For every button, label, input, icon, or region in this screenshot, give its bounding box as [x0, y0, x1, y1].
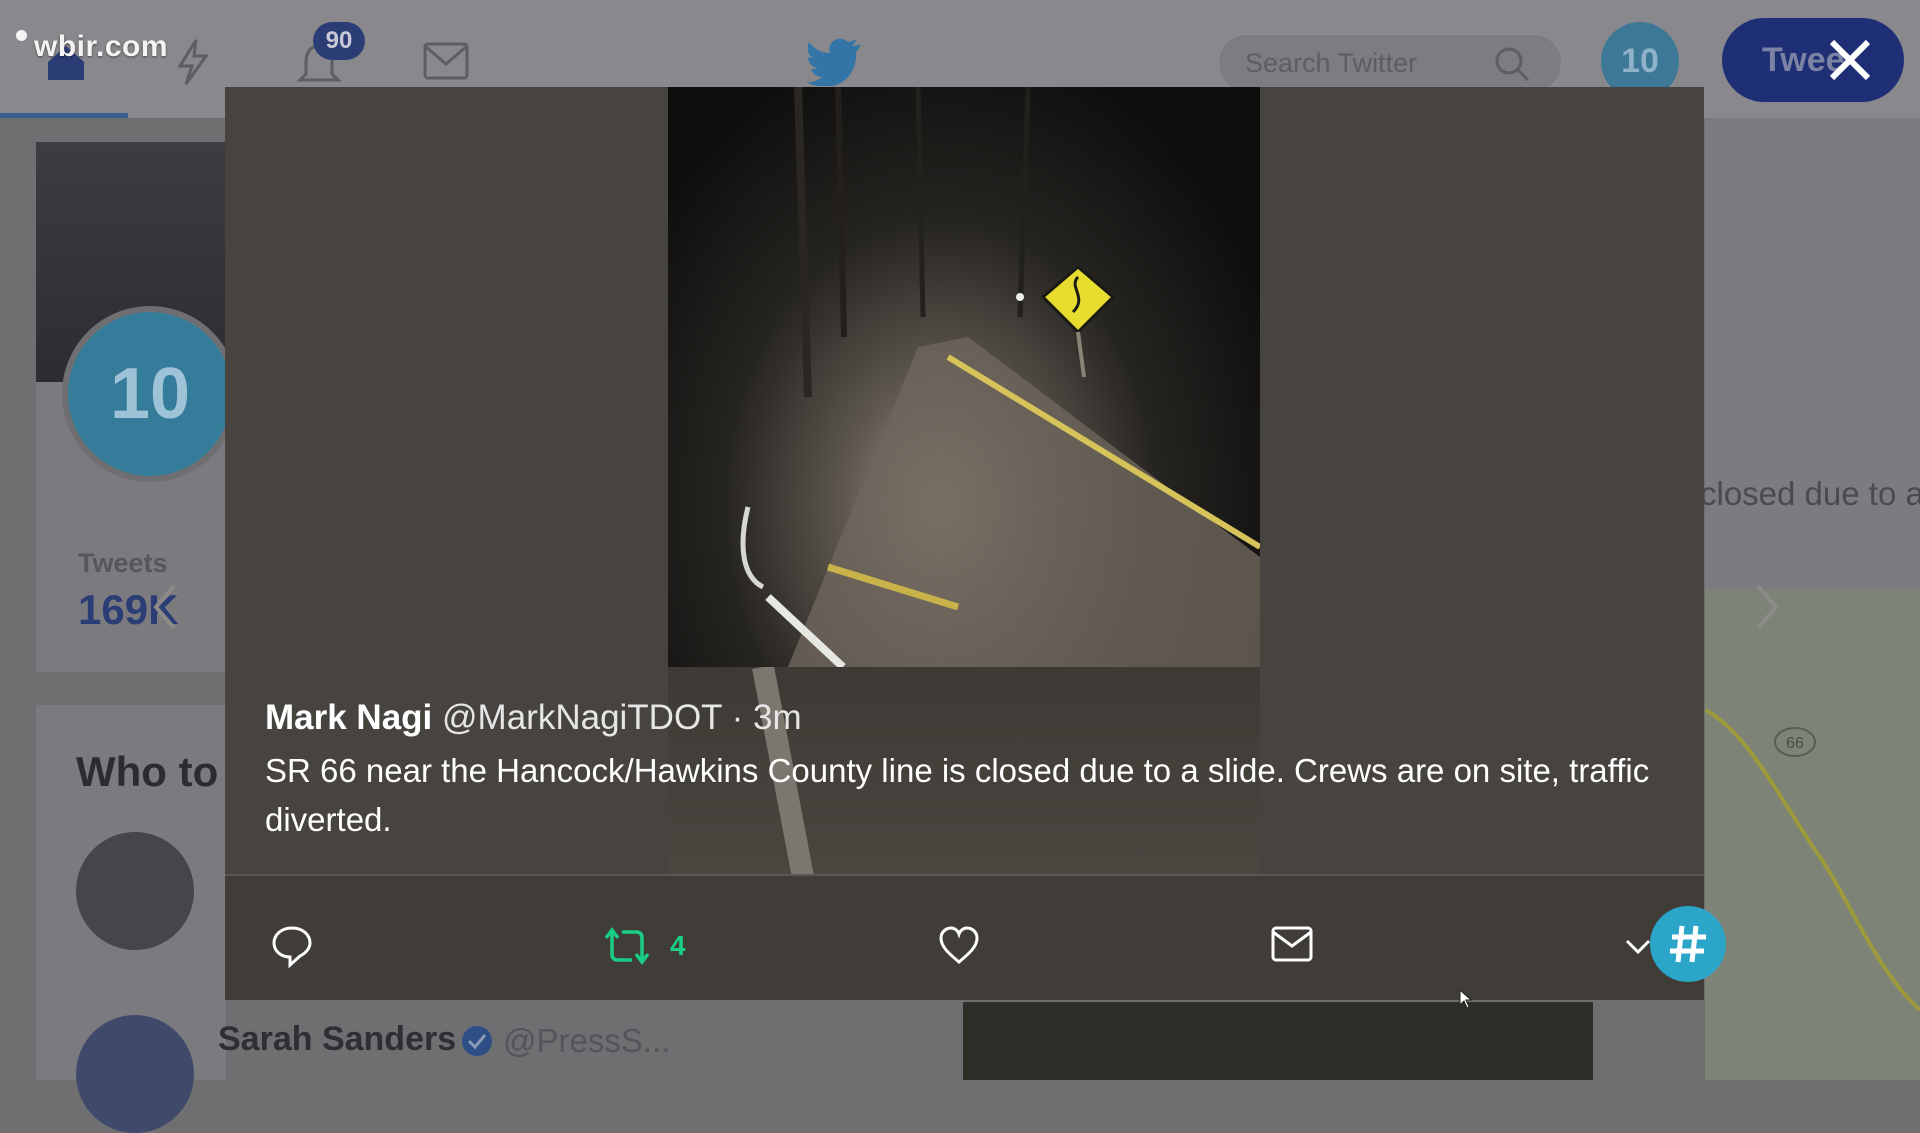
compose-tweet-button[interactable]: Twee	[1722, 18, 1904, 102]
suggestion-handle[interactable]: @PressS...	[503, 1022, 670, 1060]
suggestion-avatar[interactable]	[76, 832, 194, 950]
tweets-stat-label: Tweets	[78, 548, 168, 578]
hashtag-button[interactable]	[1650, 906, 1726, 982]
suggestion-avatar[interactable]	[76, 1015, 194, 1133]
like-icon	[939, 926, 979, 964]
tweet-meta: Mark Nagi @MarkNagiTDOT · 3m	[265, 698, 802, 738]
retweet-icon	[604, 927, 650, 965]
direct-message-icon	[1271, 926, 1313, 962]
tweet-timestamp[interactable]: · 3m	[732, 698, 802, 737]
tweet-text: SR 66 near the Hancock/Hawkins County li…	[265, 752, 1650, 838]
who-to-follow-title: Who to	[76, 748, 219, 795]
hashtag-icon	[1670, 925, 1706, 963]
direct-message-button[interactable]	[1270, 924, 1314, 964]
background-map: 66	[1704, 590, 1920, 1080]
background-tweet-text: closed due to a	[1700, 475, 1920, 512]
reply-button[interactable]	[270, 924, 314, 968]
next-arrow-icon[interactable]	[1752, 582, 1782, 632]
chevron-down-icon[interactable]	[1624, 937, 1652, 957]
active-tab-indicator	[0, 113, 128, 118]
twitter-bird-icon[interactable]	[806, 38, 862, 86]
profile-avatar[interactable]: 10	[62, 306, 238, 482]
map-route-label: 66	[1786, 735, 1804, 752]
search-input[interactable]	[1243, 45, 1497, 81]
verified-badge-icon	[462, 1026, 492, 1056]
like-button[interactable]	[937, 924, 981, 968]
map-roads: 66	[1704, 708, 1920, 1012]
author-handle[interactable]: @MarkNagiTDOT	[442, 698, 722, 737]
retweet-button[interactable]: 4	[602, 924, 686, 968]
watermark-dot	[16, 30, 27, 41]
messages-icon[interactable]	[422, 40, 470, 82]
cursor-icon	[1459, 989, 1473, 1009]
moments-icon[interactable]	[172, 38, 212, 86]
station-watermark: wbir.com	[34, 30, 169, 63]
prev-arrow-icon[interactable]	[150, 582, 180, 632]
search-box[interactable]	[1218, 34, 1562, 92]
author-name[interactable]: Mark Nagi	[265, 698, 432, 737]
notifications-badge: 90	[313, 22, 365, 60]
background-tweet-image	[963, 1002, 1593, 1080]
suggestion-name[interactable]: Sarah Sanders	[218, 1020, 456, 1059]
landslide-photo	[740, 87, 1260, 667]
search-icon[interactable]	[1493, 45, 1531, 83]
tweet-photo[interactable]	[668, 87, 1260, 667]
reply-icon	[272, 926, 312, 968]
close-icon[interactable]	[1826, 36, 1874, 84]
retweet-count: 4	[670, 930, 686, 961]
